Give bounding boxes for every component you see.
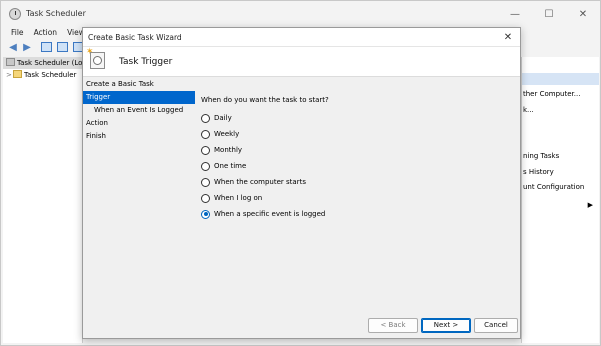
step-action[interactable]: Action: [83, 117, 195, 130]
wizard-steps: Create a Basic Task Trigger When an Even…: [83, 78, 195, 306]
radio-button[interactable]: [201, 161, 210, 171]
create-basic-task-wizard: Create Basic Task Wizard ✕ ✶ Task Trigge…: [82, 27, 521, 339]
title-bar: Task Scheduler — ☐ ✕: [1, 1, 600, 27]
step-create-basic-task[interactable]: Create a Basic Task: [83, 78, 195, 91]
task-scheduler-icon: [9, 8, 21, 20]
close-icon[interactable]: ✕: [566, 1, 600, 27]
actions-pane-header: [522, 73, 599, 85]
radio-specific-event[interactable]: When a specific event is logged: [201, 208, 325, 220]
actions-pane: ther Computer... k... ning Tasks s Histo…: [521, 57, 599, 343]
radio-button[interactable]: [201, 177, 210, 187]
task-trigger-wizard-icon: ✶: [86, 47, 106, 70]
tree-item-task-scheduler-local[interactable]: Task Scheduler (Loc: [3, 57, 82, 69]
step-trigger[interactable]: Trigger: [83, 91, 195, 104]
properties-icon[interactable]: [57, 42, 68, 52]
radio-daily[interactable]: Daily: [201, 112, 232, 124]
tree-item-label: Task Scheduler (Loc: [17, 59, 82, 67]
console-tree: Task Scheduler (Loc > Task Scheduler: [3, 57, 83, 343]
show-hide-console-tree-icon[interactable]: [41, 42, 52, 52]
maximize-icon[interactable]: ☐: [532, 1, 566, 27]
radio-weekly[interactable]: Weekly: [201, 128, 239, 140]
cancel-button[interactable]: Cancel: [474, 318, 518, 333]
radio-monthly[interactable]: Monthly: [201, 144, 242, 156]
chevron-right-icon[interactable]: >: [6, 69, 13, 81]
action-item[interactable]: k...: [522, 103, 599, 119]
step-when-event-logged[interactable]: When an Event Is Logged: [83, 104, 195, 117]
folder-icon: [13, 70, 22, 78]
action-item[interactable]: s History: [522, 165, 599, 181]
step-finish[interactable]: Finish: [83, 130, 195, 143]
dialog-header: ✶ Task Trigger: [83, 47, 520, 77]
radio-button[interactable]: [201, 193, 210, 203]
radio-label: Monthly: [214, 146, 243, 154]
action-item[interactable]: [522, 134, 599, 150]
radio-button[interactable]: [201, 129, 210, 139]
radio-one-time[interactable]: One time: [201, 160, 246, 172]
action-item[interactable]: unt Configuration: [522, 180, 599, 196]
dialog-title: Create Basic Task Wizard: [88, 33, 182, 42]
trigger-content: When do you want the task to start? Dail…: [201, 78, 516, 318]
trigger-question: When do you want the task to start?: [201, 96, 329, 104]
forward-arrow-icon[interactable]: ▶: [21, 42, 33, 53]
menu-file[interactable]: File: [1, 27, 29, 39]
radio-button-selected[interactable]: [201, 209, 210, 219]
dialog-title-bar: Create Basic Task Wizard ✕: [83, 28, 520, 47]
tree-item-task-scheduler-library[interactable]: > Task Scheduler: [3, 69, 82, 81]
action-item[interactable]: [522, 118, 599, 134]
radio-computer-starts[interactable]: When the computer starts: [201, 176, 306, 188]
radio-label: When I log on: [214, 194, 263, 202]
task-scheduler-icon: [6, 58, 15, 66]
app-title: Task Scheduler: [26, 9, 86, 18]
tree-item-label: Task Scheduler: [24, 71, 77, 79]
radio-button[interactable]: [201, 113, 210, 123]
window-controls: — ☐ ✕: [498, 1, 600, 27]
close-icon[interactable]: ✕: [500, 30, 516, 45]
radio-log-on[interactable]: When I log on: [201, 192, 262, 204]
back-button[interactable]: < Back: [368, 318, 418, 333]
radio-label: Daily: [214, 114, 232, 122]
action-item[interactable]: ther Computer...: [522, 87, 599, 103]
action-item[interactable]: ning Tasks: [522, 149, 599, 165]
radio-label: When the computer starts: [214, 178, 306, 186]
next-button[interactable]: Next >: [421, 318, 471, 333]
menu-action[interactable]: Action: [29, 27, 63, 39]
minimize-icon[interactable]: —: [498, 1, 532, 27]
radio-button[interactable]: [201, 145, 210, 155]
triangle-right-icon[interactable]: ▶: [588, 201, 593, 209]
back-arrow-icon[interactable]: ◀: [7, 42, 19, 53]
radio-label: Weekly: [214, 130, 240, 138]
page-title: Task Trigger: [119, 57, 173, 67]
radio-label: When a specific event is logged: [214, 210, 326, 218]
radio-label: One time: [214, 162, 247, 170]
